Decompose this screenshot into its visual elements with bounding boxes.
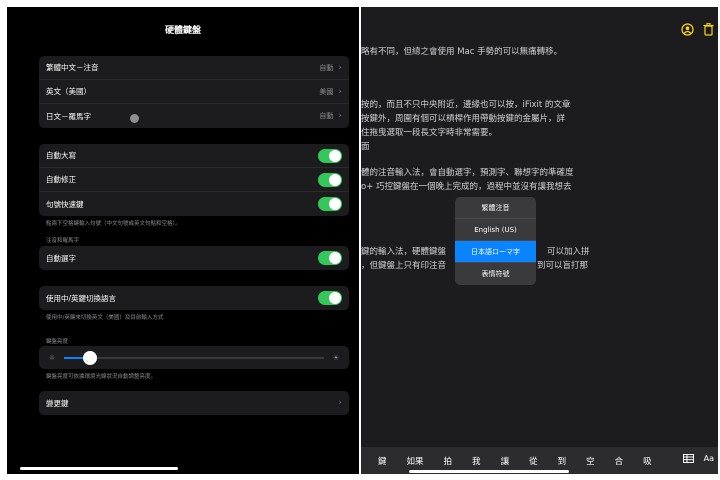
modifier-keys-label: 變更鍵: [46, 398, 69, 408]
language-value: 自動: [319, 63, 334, 72]
doc-line: ，但鍵盤上只有印注音: [361, 261, 447, 271]
auto-correct-toggle[interactable]: [318, 172, 342, 187]
caps-switch-note: 使用中/英鍵來切換英文（美國）及目前輸入方式: [46, 315, 164, 321]
auto-select-toggle[interactable]: [318, 251, 342, 265]
doc-line: o+ 巧控鍵盤在一個晚上完成的，過程中並沒有讓我想去: [361, 182, 572, 192]
language-label: 日文－羅馬字: [46, 111, 91, 121]
trash-icon[interactable]: [703, 23, 714, 39]
menu-item-emoji[interactable]: 表情符號: [455, 263, 536, 285]
candidate-word[interactable]: 讓: [501, 455, 510, 467]
editor-pane: 略有不同，但總之會使用 Mac 手勢的可以無痛轉移。 按的，而且不只中央附近，邊…: [361, 7, 718, 474]
doc-line: 面: [361, 142, 370, 152]
toggle-label: 自動修正: [46, 175, 76, 184]
auto-select-group: 自動選字: [39, 246, 349, 270]
menu-item-japanese-romaji[interactable]: 日本語ローマ字: [455, 241, 536, 263]
menu-item-zhuyin[interactable]: 繁體注音: [455, 197, 536, 219]
toggle-row-auto-correct: 自動修正: [39, 168, 349, 192]
candidate-word[interactable]: 到: [558, 455, 567, 467]
doc-line: 住拖曳選取一段長文字時非常需要。: [361, 128, 498, 138]
doc-line: 體的注音輸入法，會自動選字，預測字、聯想字的準確度: [361, 168, 574, 178]
modifier-group: 變更鍵 ›: [39, 391, 349, 415]
language-row-english[interactable]: 英文（美國） 美國 ›: [39, 80, 349, 104]
toggle-row-caps-switch: 使用中/英鍵切換語言: [39, 286, 349, 310]
pointer-cursor: [130, 114, 139, 123]
page-title: 硬體鍵盤: [164, 26, 201, 36]
period-shortcut-toggle[interactable]: [318, 197, 342, 211]
toggle-label: 句號快速鍵: [46, 199, 84, 209]
chevron-right-icon: ›: [338, 62, 342, 73]
chevron-right-icon: ›: [338, 86, 342, 97]
modifier-keys-row[interactable]: 變更鍵 ›: [39, 391, 349, 415]
candidate-word[interactable]: 鍵: [378, 455, 387, 467]
doc-line: 略有不同，但總之會使用 Mac 手勢的可以無痛轉移。: [361, 47, 563, 57]
candidate-word[interactable]: 如果: [407, 455, 424, 467]
doc-line: 鍵的輸入法，硬體鍵盤: [361, 247, 447, 257]
doc-line: 按鍵外，周圍有個可以槓桿作用帶動按鍵的金屬片，詳: [361, 114, 566, 124]
table-icon[interactable]: [682, 454, 694, 465]
settings-pane: 硬體鍵盤 繁體中文－注音 自動 › 英文（美國） 美國 › 日文－羅馬字 自動 …: [7, 7, 359, 474]
doc-line: 按的，而且不只中央附近，邊緣也可以按，iFixit 的文章: [361, 100, 571, 110]
period-note: 點兩下空格鍵輸入句號（中文句號或英文句點和空格）。: [46, 221, 181, 227]
toggle-label: 自動大寫: [46, 151, 76, 160]
toggle-label: 自動選字: [46, 253, 76, 263]
toggle-label: 使用中/英鍵切換語言: [46, 293, 117, 303]
section-header-zhuyin: 注音和羅馬字: [46, 238, 80, 244]
toggle-row-auto-select: 自動選字: [39, 246, 349, 270]
chevron-right-icon: ›: [338, 111, 342, 121]
chevron-right-icon: ›: [338, 398, 342, 408]
candidate-word[interactable]: 吸: [643, 455, 652, 467]
brightness-thumb[interactable]: [83, 350, 97, 365]
brightness-slider-row: ☼ ☀: [39, 346, 349, 369]
language-value: 自動: [319, 112, 334, 120]
brightness-slider[interactable]: [64, 350, 324, 365]
section-header-brightness: 鍵盤亮度: [46, 339, 69, 345]
caps-switch-toggle[interactable]: [318, 291, 342, 305]
brightness-note: 鍵盤亮度可依據環境光線狀況自動調整亮度。: [46, 374, 157, 380]
caps-switch-group: 使用中/英鍵切換語言: [39, 286, 349, 310]
language-switch-menu: 繁體注音 English (US) 日本語ローマ字 表情符號: [455, 197, 536, 285]
brightness-group: ☼ ☀: [39, 346, 349, 369]
candidate-word[interactable]: 我: [472, 455, 481, 467]
language-row-zhuyin[interactable]: 繁體中文－注音 自動 ›: [39, 56, 349, 80]
kb-right-controls: Aa: [682, 454, 714, 465]
sun-small-icon: ☼: [48, 353, 56, 362]
language-label: 英文（美國）: [46, 87, 91, 96]
toggle-row-auto-capitalize: 自動大寫: [39, 144, 349, 168]
typing-toggles-group: 自動大寫 自動修正 句號快速鍵: [39, 144, 349, 216]
home-indicator[interactable]: [409, 470, 569, 473]
candidate-word[interactable]: 拍: [444, 455, 453, 467]
person-badge-icon[interactable]: [681, 23, 694, 39]
auto-capitalize-toggle[interactable]: [318, 148, 342, 163]
language-value: 美國: [319, 87, 334, 96]
language-label: 繁體中文－注音: [46, 63, 99, 72]
candidate-word[interactable]: 空: [586, 455, 595, 467]
doc-line: 到可以盲打那: [537, 261, 589, 271]
language-row-japanese[interactable]: 日文－羅馬字 自動 ›: [39, 104, 349, 128]
sun-large-icon: ☀: [332, 353, 340, 362]
toolbar-icons: [681, 23, 714, 39]
home-indicator[interactable]: [20, 467, 178, 470]
candidate-word[interactable]: 從: [529, 455, 538, 467]
language-group: 繁體中文－注音 自動 › 英文（美國） 美國 › 日文－羅馬字 自動 ›: [39, 56, 349, 128]
candidate-word[interactable]: 合: [615, 455, 624, 467]
text-format-button[interactable]: Aa: [704, 454, 714, 465]
doc-line: 可以加入拼: [547, 247, 590, 257]
toggle-row-period-shortcut: 句號快速鍵: [39, 192, 349, 216]
menu-item-english[interactable]: English (US): [455, 219, 536, 241]
